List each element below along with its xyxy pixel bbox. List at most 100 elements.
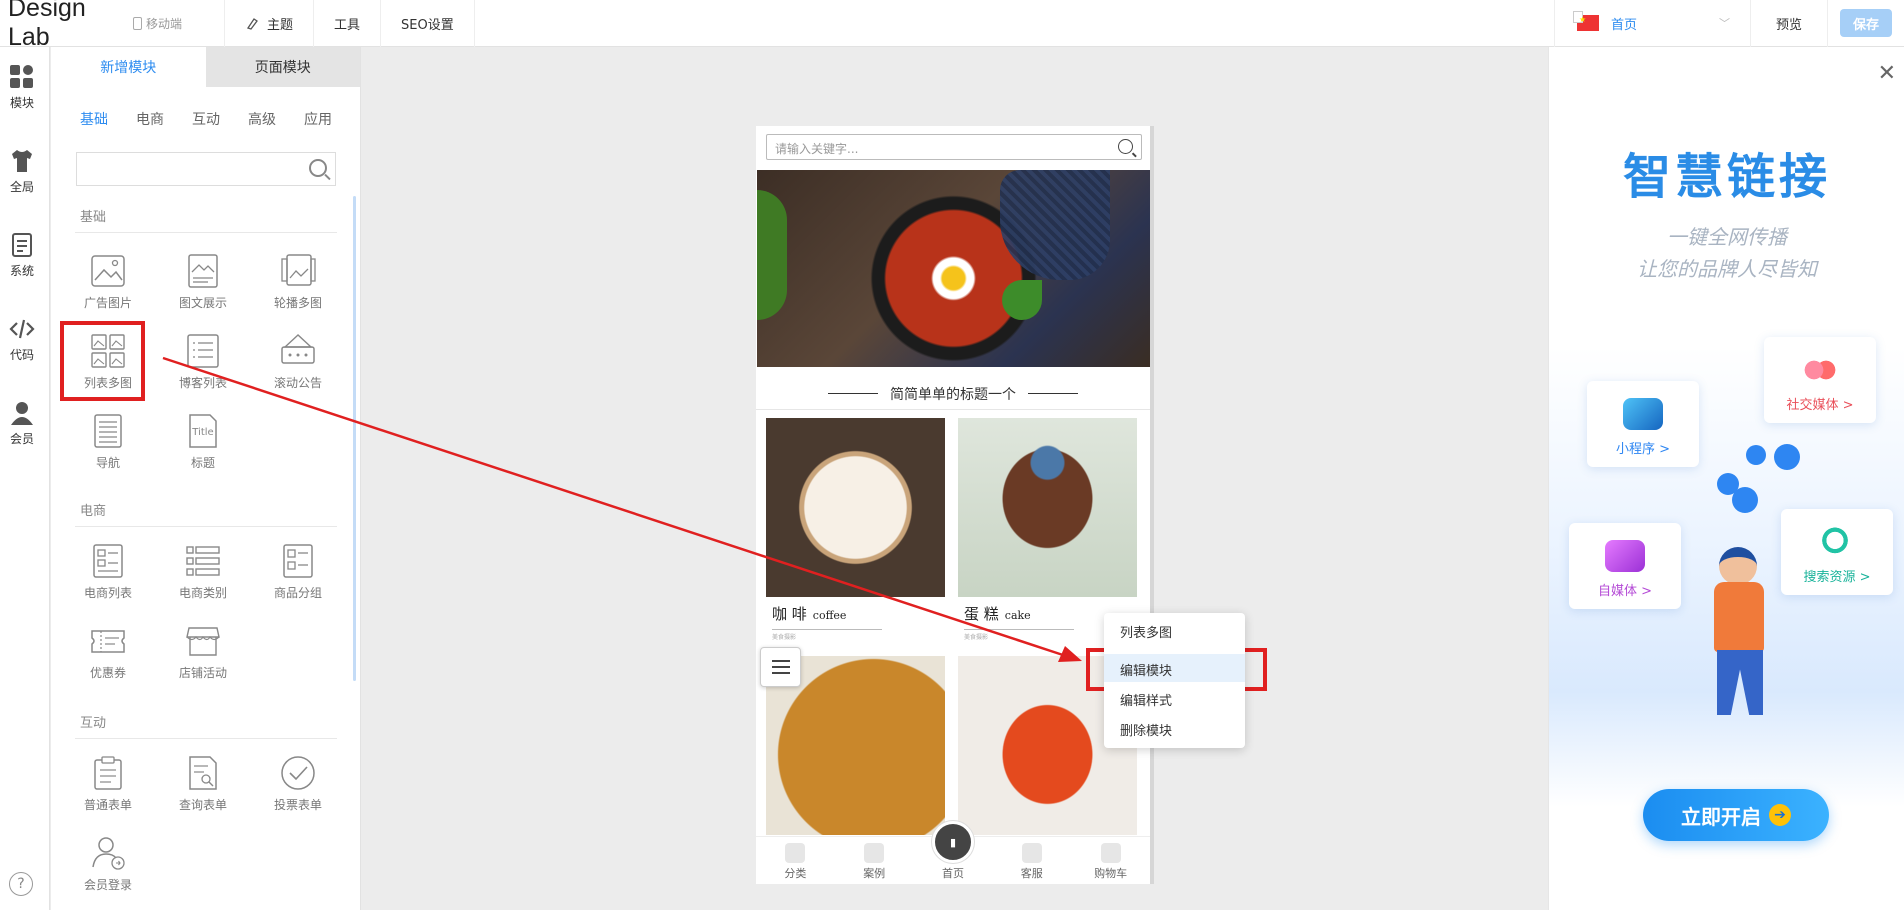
document-icon (12, 233, 32, 257)
card-mini-program[interactable]: 小程序 > (1587, 381, 1699, 467)
nav-seo-label: SEO设置 (401, 17, 454, 33)
brand-logo[interactable]: Design Lab (0, 0, 133, 52)
module-label: 导航 (95, 456, 120, 470)
search-icon[interactable] (1118, 139, 1133, 154)
rail-item-global[interactable]: 全局 (0, 147, 44, 195)
subtab-advanced[interactable]: 高级 (248, 109, 304, 129)
nav-seo[interactable]: SEO设置 (381, 0, 475, 47)
phone-preview: 请输入关键字... 简简单单的标题一个 咖 啡 coffee 美食摄影 蛋 糕 ca… (756, 126, 1154, 884)
tabbar-label: 首页 (941, 867, 964, 880)
panel-scrollbar[interactable] (353, 196, 356, 681)
play-icon (864, 843, 885, 863)
module-label: 电商列表 (83, 586, 132, 600)
list-item[interactable]: 蛋 糕 cake 美食摄影 (958, 418, 1137, 641)
menu-item-edit-module[interactable]: 编辑模块 (1104, 654, 1245, 682)
module-vote-form[interactable]: 投票表单 (254, 754, 342, 813)
card-label: 小程序 > (1615, 442, 1671, 457)
query-form-icon (189, 756, 217, 790)
social-media-icon (1800, 354, 1840, 386)
rail-item-system[interactable]: 系统 (0, 231, 44, 279)
subtab-basic[interactable]: 基础 (80, 109, 136, 129)
nav-tools-label: 工具 (334, 17, 361, 33)
module-label: 博客列表 (178, 376, 227, 390)
mobile-icon (133, 16, 142, 30)
video-camera-icon (1605, 540, 1645, 572)
module-navigation[interactable]: 导航 (64, 412, 152, 471)
save-button[interactable]: 保存 (1840, 9, 1892, 37)
subtab-apps[interactable]: 应用 (304, 109, 360, 129)
molecule-node (1732, 487, 1758, 513)
module-label: 轮播多图 (273, 296, 322, 310)
module-normal-form[interactable]: 普通表单 (64, 754, 152, 813)
tabbar-item-service[interactable]: 客服 (1002, 843, 1062, 881)
module-member-login[interactable]: 会员登录 (64, 834, 152, 893)
subtab-interactive[interactable]: 互动 (192, 109, 248, 129)
module-store-activity[interactable]: 店铺活动 (159, 622, 247, 681)
module-scroll-notice[interactable]: 滚动公告 (254, 332, 342, 391)
module-label: 电商类别 (178, 586, 227, 600)
module-image-text[interactable]: 图文展示 (159, 252, 247, 311)
module-title[interactable]: Title 标题 (159, 412, 247, 471)
module-menu-button[interactable] (760, 647, 801, 687)
tab-add-module[interactable]: 新增模块 (51, 47, 206, 87)
card-label: 自媒体 > (1597, 584, 1653, 599)
tabbar-item-cases[interactable]: 案例 (844, 843, 904, 881)
rail-label: 系统 (9, 264, 34, 278)
page-selector-value: 首页 (1611, 17, 1638, 33)
list-item[interactable]: 咖 啡 coffee 美食摄影 (766, 418, 945, 641)
card-social-media[interactable]: 社交媒体 > (1764, 337, 1876, 423)
device-indicator[interactable]: 移动端 (133, 0, 225, 47)
card-search-resources[interactable]: 搜索资源 > (1781, 509, 1893, 595)
module-label: 商品分组 (273, 586, 322, 600)
start-now-button[interactable]: 立即开启 ➔ (1643, 789, 1829, 841)
title-icon: Title (189, 414, 217, 448)
module-ad-image[interactable]: 广告图片 (64, 252, 152, 311)
brush-icon (246, 18, 258, 30)
module-blog-list[interactable]: 博客列表 (159, 332, 247, 391)
nav-tools[interactable]: 工具 (314, 0, 382, 47)
page-selector[interactable]: 首页 ﹀ (1554, 0, 1750, 47)
help-icon[interactable]: ? (9, 872, 33, 896)
rail-item-modules[interactable]: 模块 (0, 63, 44, 111)
module-carousel[interactable]: 轮播多图 (254, 252, 342, 311)
menu-item-edit-style[interactable]: 编辑样式 (1104, 684, 1245, 712)
rail-item-code[interactable]: 代码 (0, 315, 44, 363)
store-icon (186, 627, 220, 656)
napkin-shape (1000, 170, 1110, 280)
module-product-group[interactable]: 商品分组 (254, 542, 342, 601)
promo-panel: ✕ 智慧链接 一键全网传播 让您的品牌人尽皆知 社交媒体 > 小程序 > 自媒体… (1548, 47, 1904, 910)
image-text-icon (188, 254, 218, 288)
image-icon (91, 255, 125, 287)
hero-image (757, 170, 1150, 367)
module-ecom-list[interactable]: 电商列表 (64, 542, 152, 601)
nav-theme[interactable]: 主题 (225, 0, 315, 47)
item-name: 蛋 糕 (964, 605, 999, 623)
china-flag-icon (1573, 11, 1599, 31)
menu-item-delete-module[interactable]: 删除模块 (1104, 714, 1245, 742)
section-title-ecommerce: 电商 (80, 504, 107, 519)
tabbar-item-cart[interactable]: 购物车 (1081, 843, 1141, 881)
module-query-form[interactable]: 查询表单 (159, 754, 247, 813)
subtab-ecommerce[interactable]: 电商 (136, 109, 192, 129)
phone-search-input[interactable]: 请输入关键字... (766, 134, 1142, 160)
tabbar-label: 案例 (863, 867, 886, 880)
heading-dash (828, 393, 878, 394)
tab-page-module[interactable]: 页面模块 (205, 47, 360, 87)
search-icon[interactable] (309, 159, 327, 177)
promo-subtitle: 一键全网传播 让您的品牌人尽皆知 (1549, 221, 1904, 285)
card-self-media[interactable]: 自媒体 > (1569, 523, 1681, 609)
module-search-input[interactable] (76, 152, 336, 186)
tabbar-item-category[interactable]: 分类 (765, 843, 825, 881)
carousel-icon (281, 254, 316, 286)
item-en-name: coffee (812, 609, 847, 622)
preview-button[interactable]: 预览 (1750, 0, 1828, 47)
tabbar-item-home[interactable]: ▮ 首页 (923, 821, 983, 881)
phone-search-placeholder: 请输入关键字... (775, 142, 859, 156)
rail-item-member[interactable]: 会员 (0, 399, 44, 447)
cube-icon (1623, 398, 1663, 430)
close-icon[interactable]: ✕ (1878, 61, 1896, 86)
module-coupon[interactable]: 优惠券 (64, 622, 152, 681)
phone-tab-bar: 分类 案例 ▮ 首页 客服 购物车 (756, 821, 1150, 884)
module-ecom-category[interactable]: 电商类别 (159, 542, 247, 601)
nav-theme-label: 主题 (267, 17, 294, 33)
